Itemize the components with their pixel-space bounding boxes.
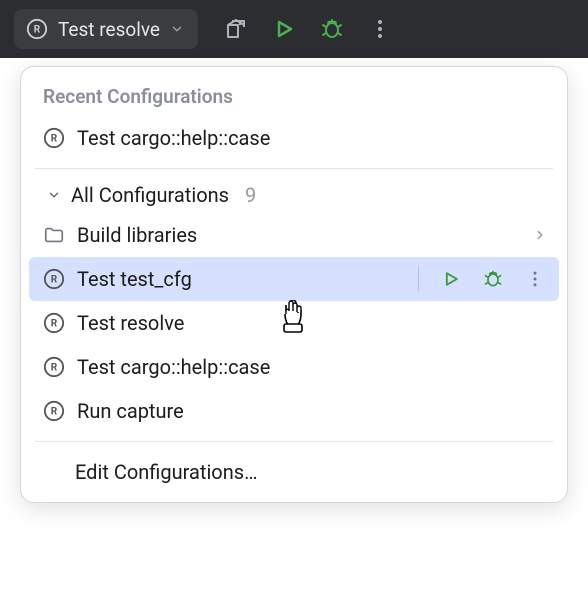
config-item[interactable]: R Test resolve	[21, 301, 567, 345]
edit-label: Edit Configurations…	[75, 460, 257, 484]
build-icon[interactable]	[224, 17, 248, 41]
config-item-hovered[interactable]: R Test test_cfg	[29, 257, 559, 301]
svg-text:R: R	[51, 134, 58, 145]
run-config-selector[interactable]: R Test resolve	[14, 9, 198, 49]
all-configs-count: 9	[245, 183, 256, 207]
config-label: Test cargo::help::case	[77, 126, 551, 150]
config-item[interactable]: R Test cargo::help::case	[21, 345, 567, 389]
svg-text:R: R	[51, 407, 58, 418]
divider	[35, 168, 553, 169]
config-item-folder[interactable]: Build libraries	[21, 213, 567, 257]
debug-icon[interactable]	[320, 17, 344, 41]
chevron-right-icon	[533, 228, 547, 242]
rust-icon: R	[43, 400, 65, 422]
config-label: Test test_cfg	[77, 267, 406, 291]
separator	[418, 267, 419, 291]
config-label: Test cargo::help::case	[77, 355, 551, 379]
svg-text:R: R	[51, 319, 58, 330]
debug-icon[interactable]	[483, 269, 503, 289]
rust-icon: R	[43, 127, 65, 149]
toolbar-actions	[224, 17, 392, 41]
rust-icon: R	[43, 312, 65, 334]
run-icon[interactable]	[441, 269, 461, 289]
config-label: Build libraries	[77, 223, 551, 247]
row-actions	[418, 267, 551, 291]
config-label: Test resolve	[77, 311, 551, 335]
svg-text:R: R	[51, 275, 58, 286]
chevron-down-icon	[170, 22, 184, 36]
rust-icon: R	[43, 268, 65, 290]
config-label: Run capture	[77, 399, 551, 423]
run-config-popup: Recent Configurations R Test cargo::help…	[20, 66, 568, 503]
edit-configurations[interactable]: Edit Configurations…	[21, 450, 567, 494]
recent-section-title: Recent Configurations	[21, 81, 567, 116]
config-item[interactable]: R Run capture	[21, 389, 567, 433]
svg-text:R: R	[34, 25, 41, 36]
rust-icon: R	[43, 356, 65, 378]
recent-config-item[interactable]: R Test cargo::help::case	[21, 116, 567, 160]
all-configs-header[interactable]: All Configurations 9	[21, 177, 567, 213]
chevron-down-icon	[47, 188, 61, 202]
svg-text:R: R	[51, 363, 58, 374]
rust-icon: R	[26, 18, 48, 40]
more-icon[interactable]	[525, 269, 545, 289]
run-icon[interactable]	[272, 17, 296, 41]
selected-config-label: Test resolve	[58, 18, 160, 41]
toolbar: R Test resolve	[0, 0, 588, 58]
more-icon[interactable]	[368, 17, 392, 41]
all-configs-title: All Configurations	[71, 183, 229, 207]
divider	[35, 441, 553, 442]
folder-icon	[43, 224, 65, 246]
